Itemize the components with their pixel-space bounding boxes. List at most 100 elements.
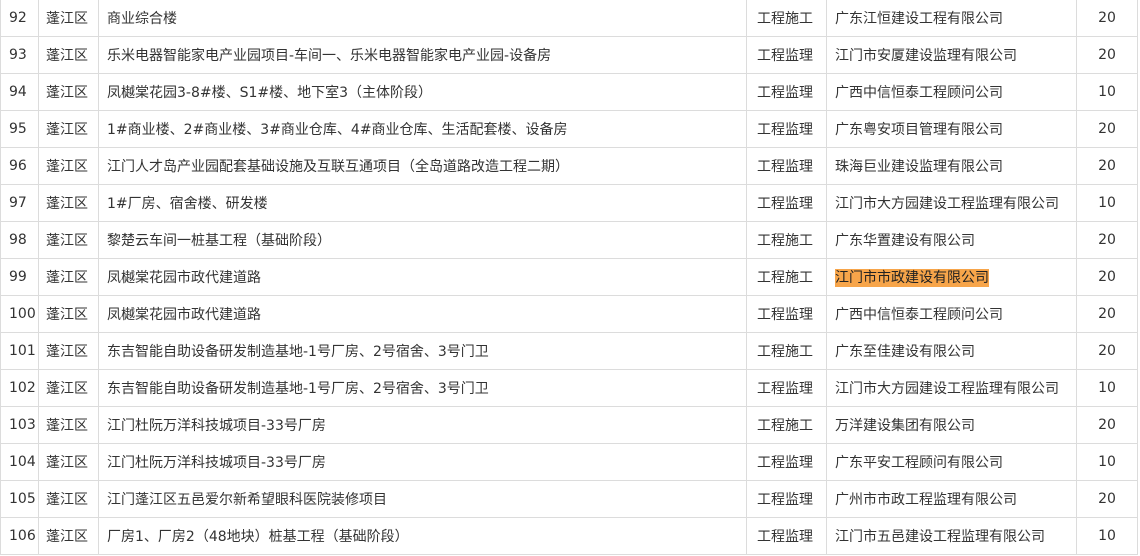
score-cell: 10: [1076, 517, 1138, 555]
district-cell: 蓬江区: [38, 369, 99, 407]
work-type-cell: 工程监理: [746, 369, 827, 407]
work-type-cell: 工程施工: [746, 221, 827, 259]
company-name: 广西中信恒泰工程顾问公司: [835, 307, 1003, 323]
district-cell: 蓬江区: [38, 221, 99, 259]
project-name-cell: 乐米电器智能家电产业园项目-车间一、乐米电器智能家电产业园-设备房: [98, 36, 747, 74]
table-row: 99 蓬江区 凤樾棠花园市政代建道路 工程施工 江门市市政建设有限公司 20: [0, 258, 1138, 296]
company-cell: 广东平安工程顾问有限公司: [826, 443, 1077, 481]
table-row: 100 蓬江区 凤樾棠花园市政代建道路 工程监理 广西中信恒泰工程顾问公司 20: [0, 295, 1138, 333]
score-cell: 20: [1076, 295, 1138, 333]
district-cell: 蓬江区: [38, 73, 99, 111]
company-name: 江门市五邑建设工程监理有限公司: [835, 529, 1045, 545]
row-number: 92: [0, 0, 39, 37]
score-cell: 20: [1076, 0, 1138, 37]
district-cell: 蓬江区: [38, 480, 99, 518]
row-number: 103: [0, 406, 39, 444]
row-number: 99: [0, 258, 39, 296]
score-cell: 20: [1076, 480, 1138, 518]
project-name-cell: 凤樾棠花园市政代建道路: [98, 258, 747, 296]
score-cell: 20: [1076, 406, 1138, 444]
work-type-cell: 工程监理: [746, 184, 827, 222]
district-cell: 蓬江区: [38, 110, 99, 148]
company-name: 广西中信恒泰工程顾问公司: [835, 85, 1003, 101]
score-cell: 10: [1076, 184, 1138, 222]
district-cell: 蓬江区: [38, 332, 99, 370]
project-table: 92 蓬江区 商业综合楼 工程施工 广东江恒建设工程有限公司 20 93 蓬江区…: [0, 0, 1138, 555]
district-cell: 蓬江区: [38, 443, 99, 481]
district-cell: 蓬江区: [38, 147, 99, 185]
company-name: 万洋建设集团有限公司: [835, 418, 975, 434]
score-cell: 10: [1076, 443, 1138, 481]
table-row: 101 蓬江区 东吉智能自助设备研发制造基地-1号厂房、2号宿舍、3号门卫 工程…: [0, 332, 1138, 370]
company-cell: 广东粤安项目管理有限公司: [826, 110, 1077, 148]
company-cell: 万洋建设集团有限公司: [826, 406, 1077, 444]
table-row: 94 蓬江区 凤樾棠花园3-8#楼、S1#楼、地下室3（主体阶段） 工程监理 广…: [0, 73, 1138, 111]
work-type-cell: 工程监理: [746, 36, 827, 74]
table-row: 106 蓬江区 厂房1、厂房2（48地块）桩基工程（基础阶段） 工程监理 江门市…: [0, 517, 1138, 555]
score-cell: 20: [1076, 147, 1138, 185]
company-name: 珠海巨业建设监理有限公司: [835, 159, 1003, 175]
work-type-cell: 工程施工: [746, 406, 827, 444]
row-number: 101: [0, 332, 39, 370]
project-name-cell: 1#商业楼、2#商业楼、3#商业仓库、4#商业仓库、生活配套楼、设备房: [98, 110, 747, 148]
work-type-cell: 工程监理: [746, 443, 827, 481]
table-row: 102 蓬江区 东吉智能自助设备研发制造基地-1号厂房、2号宿舍、3号门卫 工程…: [0, 369, 1138, 407]
table-row: 103 蓬江区 江门杜阮万洋科技城项目-33号厂房 工程施工 万洋建设集团有限公…: [0, 406, 1138, 444]
company-cell: 江门市五邑建设工程监理有限公司: [826, 517, 1077, 555]
district-cell: 蓬江区: [38, 517, 99, 555]
company-name: 江门市大方园建设工程监理有限公司: [835, 381, 1059, 397]
work-type-cell: 工程监理: [746, 480, 827, 518]
row-number: 106: [0, 517, 39, 555]
row-number: 98: [0, 221, 39, 259]
row-number: 100: [0, 295, 39, 333]
score-cell: 20: [1076, 110, 1138, 148]
row-number: 97: [0, 184, 39, 222]
project-table-body: 92 蓬江区 商业综合楼 工程施工 广东江恒建设工程有限公司 20 93 蓬江区…: [0, 0, 1138, 555]
score-cell: 10: [1076, 369, 1138, 407]
company-cell: 江门市市政建设有限公司: [826, 258, 1077, 296]
work-type-cell: 工程监理: [746, 295, 827, 333]
score-cell: 20: [1076, 258, 1138, 296]
project-name-cell: 凤樾棠花园3-8#楼、S1#楼、地下室3（主体阶段）: [98, 73, 747, 111]
row-number: 93: [0, 36, 39, 74]
company-name: 广东江恒建设工程有限公司: [835, 11, 1003, 27]
district-cell: 蓬江区: [38, 295, 99, 333]
project-name-cell: 厂房1、厂房2（48地块）桩基工程（基础阶段）: [98, 517, 747, 555]
project-name-cell: 江门杜阮万洋科技城项目-33号厂房: [98, 406, 747, 444]
table-row: 93 蓬江区 乐米电器智能家电产业园项目-车间一、乐米电器智能家电产业园-设备房…: [0, 36, 1138, 74]
project-name-cell: 1#厂房、宿舍楼、研发楼: [98, 184, 747, 222]
company-cell: 江门市大方园建设工程监理有限公司: [826, 369, 1077, 407]
company-cell: 广西中信恒泰工程顾问公司: [826, 73, 1077, 111]
work-type-cell: 工程监理: [746, 110, 827, 148]
row-number: 94: [0, 73, 39, 111]
company-cell: 珠海巨业建设监理有限公司: [826, 147, 1077, 185]
work-type-cell: 工程监理: [746, 147, 827, 185]
district-cell: 蓬江区: [38, 36, 99, 74]
district-cell: 蓬江区: [38, 406, 99, 444]
row-number: 96: [0, 147, 39, 185]
project-name-cell: 江门杜阮万洋科技城项目-33号厂房: [98, 443, 747, 481]
company-name: 广东华置建设有限公司: [835, 233, 975, 249]
table-row: 104 蓬江区 江门杜阮万洋科技城项目-33号厂房 工程监理 广东平安工程顾问有…: [0, 443, 1138, 481]
work-type-cell: 工程施工: [746, 332, 827, 370]
row-number: 102: [0, 369, 39, 407]
work-type-cell: 工程监理: [746, 517, 827, 555]
score-cell: 20: [1076, 221, 1138, 259]
project-name-cell: 东吉智能自助设备研发制造基地-1号厂房、2号宿舍、3号门卫: [98, 369, 747, 407]
company-cell: 广东至佳建设有限公司: [826, 332, 1077, 370]
project-name-cell: 黎楚云车间一桩基工程（基础阶段）: [98, 221, 747, 259]
company-name: 广东平安工程顾问有限公司: [835, 455, 1003, 471]
project-name-cell: 凤樾棠花园市政代建道路: [98, 295, 747, 333]
table-row: 92 蓬江区 商业综合楼 工程施工 广东江恒建设工程有限公司 20: [0, 0, 1138, 37]
project-name-cell: 江门人才岛产业园配套基础设施及互联互通项目（全岛道路改造工程二期）: [98, 147, 747, 185]
work-type-cell: 工程施工: [746, 258, 827, 296]
district-cell: 蓬江区: [38, 184, 99, 222]
district-cell: 蓬江区: [38, 0, 99, 37]
company-cell: 广东江恒建设工程有限公司: [826, 0, 1077, 37]
table-row: 95 蓬江区 1#商业楼、2#商业楼、3#商业仓库、4#商业仓库、生活配套楼、设…: [0, 110, 1138, 148]
company-cell: 江门市大方园建设工程监理有限公司: [826, 184, 1077, 222]
company-name: 广东至佳建设有限公司: [835, 344, 975, 360]
score-cell: 20: [1076, 36, 1138, 74]
table-row: 97 蓬江区 1#厂房、宿舍楼、研发楼 工程监理 江门市大方园建设工程监理有限公…: [0, 184, 1138, 222]
company-cell: 广西中信恒泰工程顾问公司: [826, 295, 1077, 333]
